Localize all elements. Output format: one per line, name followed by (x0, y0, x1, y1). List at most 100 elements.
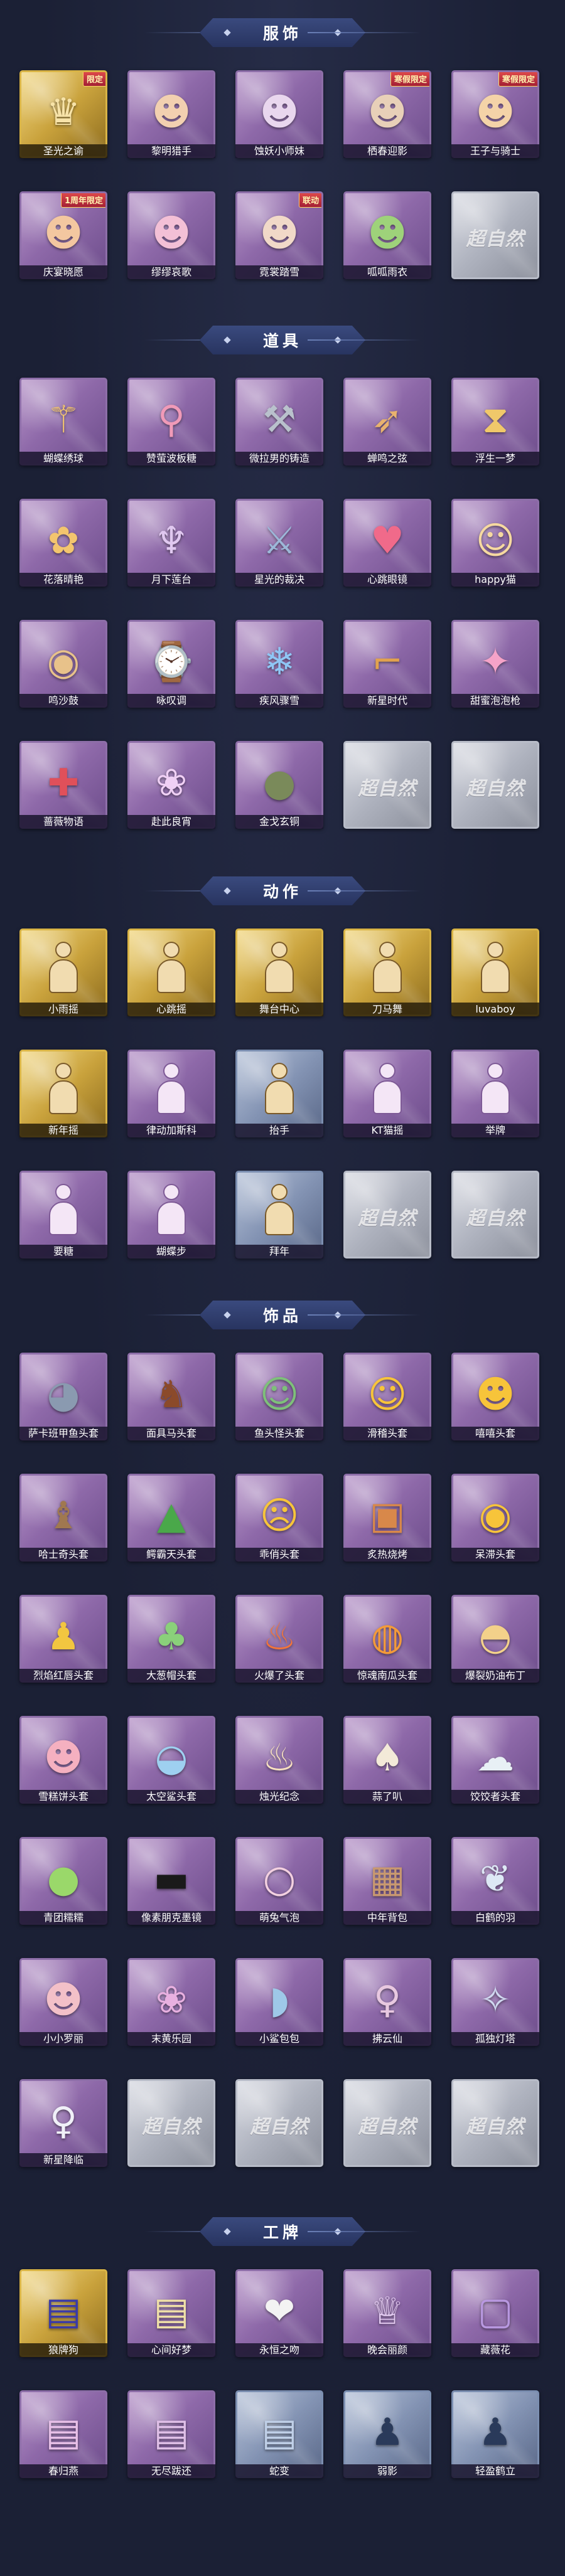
collection-item[interactable]: ▢ 藏薇花 (451, 2269, 539, 2357)
collection-item[interactable]: ♛ 限定 圣光之谕 (19, 70, 107, 158)
collection-item[interactable]: ☻ 雪糕饼头套 (19, 1716, 107, 1804)
collection-item[interactable]: ♆ 月下莲台 (127, 499, 215, 587)
collection-item[interactable]: ● 青团糯糯 (19, 1837, 107, 1925)
collection-item[interactable]: ▦ 中年背包 (343, 1837, 431, 1925)
mask-fish-icon: ◕ (32, 1363, 95, 1426)
item-name: 饺饺者头套 (451, 1790, 539, 1804)
collection-item[interactable]: ☻ 蚀妖小师妹 (235, 70, 323, 158)
collection-item[interactable]: ⌚ 咏叹调 (127, 620, 215, 708)
collection-item[interactable]: ○ 萌兔气泡 (235, 1837, 323, 1925)
collection-item[interactable]: ♟ 轻盈鹤立 (451, 2390, 539, 2478)
collection-item[interactable]: ◓ 爆裂奶油布丁 (451, 1595, 539, 1683)
collection-item[interactable]: ⚒ 微拉男的铸造 (235, 378, 323, 466)
collection-item[interactable]: ☺ 鱼头怪头套 (235, 1353, 323, 1440)
collection-item[interactable]: KT猫摇 (343, 1050, 431, 1137)
item-name: 要糖 (19, 1245, 107, 1259)
section-header: 工牌 (0, 2213, 565, 2250)
collection-item[interactable]: ☁ 饺饺者头套 (451, 1716, 539, 1804)
collection-item[interactable]: ▬ 像素朋克墨镜 (127, 1837, 215, 1925)
collection-item[interactable]: ⚔ 星光的裁决 (235, 499, 323, 587)
collection-item[interactable]: ♟ 弱影 (343, 2390, 431, 2478)
empty-slot: 超自然 (343, 1171, 431, 1259)
collection-item[interactable]: ➶ 蝉鸣之弦 (343, 378, 431, 466)
collection-item[interactable]: 小雨摇 (19, 929, 107, 1016)
collection-item[interactable]: ♥ 心跳眼镜 (343, 499, 431, 587)
collection-item[interactable]: ⚲ 赞萤波板糖 (127, 378, 215, 466)
prop-hourglass-icon: ⧗ (464, 388, 527, 451)
section-title: 工牌 (262, 2223, 302, 2242)
collection-item[interactable]: ♠ 蒜了叭 (343, 1716, 431, 1804)
collection-item[interactable]: ♕ 晚会丽颜 (343, 2269, 431, 2357)
collection-item[interactable]: ◍ 惊魂南瓜头套 (343, 1595, 431, 1683)
collection-item[interactable]: ☻ 寒假限定 王子与骑士 (451, 70, 539, 158)
pixel-glasses-icon: ▬ (140, 1848, 203, 1910)
item-frame: 超自然 (451, 191, 539, 279)
item-art-glyph: ⚲ (158, 398, 185, 442)
collection-item[interactable]: 心跳摇 (127, 929, 215, 1016)
collection-item[interactable]: 蝴蝶步 (127, 1171, 215, 1259)
collection-item[interactable]: ◉ 鸣沙鼓 (19, 620, 107, 708)
collection-item[interactable]: 举牌 (451, 1050, 539, 1137)
collection-item[interactable]: ♞ 面具马头套 (127, 1353, 215, 1440)
collection-item[interactable]: ☺ happy猫 (451, 499, 539, 587)
collection-item[interactable]: ☻ 黎明猎手 (127, 70, 215, 158)
collection-item[interactable]: ❦ 白鹤的羽 (451, 1837, 539, 1925)
mask-dog-icon: ♝ (32, 1484, 95, 1547)
collection-item[interactable]: ☻ 呱呱雨衣 (343, 191, 431, 279)
collection-item[interactable]: luvaboy (451, 929, 539, 1016)
collection-item[interactable]: ❀ 末黄乐园 (127, 1958, 215, 2046)
collection-item[interactable]: ♣ 大葱帽头套 (127, 1595, 215, 1683)
pose-head (55, 942, 72, 958)
collection-item[interactable]: ⌐ 新星时代 (343, 620, 431, 708)
collection-item[interactable]: ◕ 萨卡班甲鱼头套 (19, 1353, 107, 1440)
collection-item[interactable]: ✿ 花落晴艳 (19, 499, 107, 587)
collection-item[interactable]: ▤ 蛇变 (235, 2390, 323, 2478)
collection-item[interactable]: 新年摇 (19, 1050, 107, 1137)
collection-item[interactable]: ♨ 火爆了头套 (235, 1595, 323, 1683)
placeholder-watermark: 超自然 (358, 1208, 417, 1230)
collection-item[interactable]: 刀马舞 (343, 929, 431, 1016)
collection-item[interactable]: ▲ 鳄霸天头套 (127, 1474, 215, 1562)
collection-item[interactable]: 舞台中心 (235, 929, 323, 1016)
item-art-glyph: ☻ (259, 90, 299, 134)
collection-item[interactable]: ☻ 寒假限定 栖春迎影 (343, 70, 431, 158)
collection-item[interactable]: ● 金戈玄铜 (235, 741, 323, 829)
collection-item[interactable]: 律动加斯科 (127, 1050, 215, 1137)
collection-item[interactable]: 拜年 (235, 1171, 323, 1259)
collection-item[interactable]: ◗ 小鲨包包 (235, 1958, 323, 2046)
badge-card-icon: ▤ (32, 2280, 95, 2343)
collection-item[interactable]: ❀ 赴此良宵 (127, 741, 215, 829)
collection-item[interactable]: ❄ 疾风骤雪 (235, 620, 323, 708)
collection-item[interactable]: ☺ 滑稽头套 (343, 1353, 431, 1440)
collection-item[interactable]: ♀ 拂云仙 (343, 1958, 431, 2046)
section-header: 道具 (0, 321, 565, 359)
collection-item[interactable]: ♨ 烛光纪念 (235, 1716, 323, 1804)
collection-item[interactable]: ☻ 联动 霓裳踏雪 (235, 191, 323, 279)
collection-item[interactable]: ☻ 嘻嘻头套 (451, 1353, 539, 1440)
mask-horse-icon: ♞ (140, 1363, 203, 1426)
collection-item[interactable]: ❤ 永恒之吻 (235, 2269, 323, 2357)
collection-item[interactable]: ✚ 蔷薇物语 (19, 741, 107, 829)
collection-item[interactable]: ◒ 太空鲨头套 (127, 1716, 215, 1804)
collection-item[interactable]: ♟ 烈焰红唇头套 (19, 1595, 107, 1683)
collection-item[interactable]: ⧗ 浮生一梦 (451, 378, 539, 466)
header-divider (308, 2231, 421, 2232)
collection-item[interactable]: ▣ 炙热烧烤 (343, 1474, 431, 1562)
collection-item[interactable]: ☻ 1周年限定 庆宴晓愿 (19, 191, 107, 279)
collection-item[interactable]: ▤ 狼牌狗 (19, 2269, 107, 2357)
collection-item[interactable]: ▤ 春归燕 (19, 2390, 107, 2478)
collection-item[interactable]: ✧ 孤独灯塔 (451, 1958, 539, 2046)
collection-item[interactable]: ◉ 呆滞头套 (451, 1474, 539, 1562)
collection-item[interactable]: ♀ 新星降临 (19, 2079, 107, 2167)
collection-item[interactable]: ☻ 小小罗丽 (19, 1958, 107, 2046)
collection-item[interactable]: 要糖 (19, 1171, 107, 1259)
collection-item[interactable]: ✦ 甜蜜泡泡枪 (451, 620, 539, 708)
collection-item[interactable]: ⚚ 蝴蝶绣球 (19, 378, 107, 466)
collection-item[interactable]: ▤ 无尽跋还 (127, 2390, 215, 2478)
collection-item[interactable]: ☻ 缪缪哀歌 (127, 191, 215, 279)
collection-item[interactable]: ☹ 乖俏头套 (235, 1474, 323, 1562)
collection-item[interactable]: ▤ 心间好梦 (127, 2269, 215, 2357)
prop-wand-icon: ⚲ (140, 388, 203, 451)
collection-item[interactable]: ♝ 哈士奇头套 (19, 1474, 107, 1562)
collection-item[interactable]: 抬手 (235, 1050, 323, 1137)
